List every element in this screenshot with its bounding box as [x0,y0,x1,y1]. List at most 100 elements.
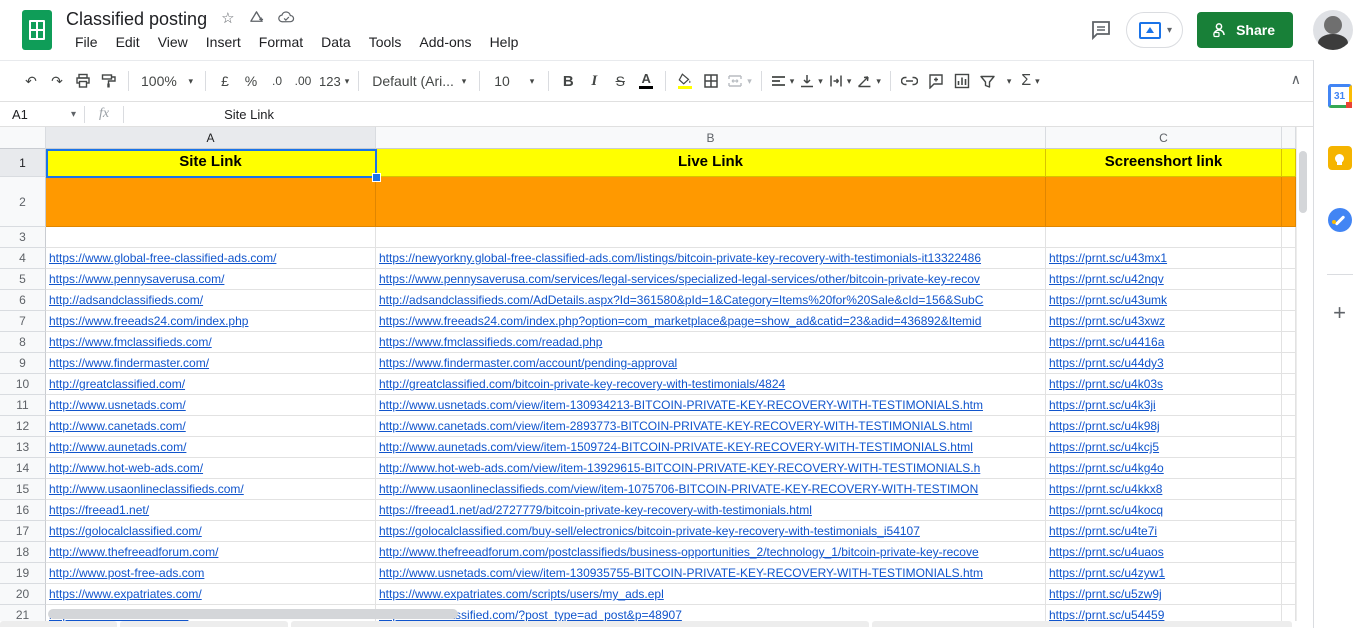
sliver-cell[interactable] [1282,353,1296,374]
live-link[interactable]: http://adsandclassifieds.com/AdDetails.a… [376,293,983,307]
screenshot-link[interactable]: https://prnt.sc/u4kg4o [1046,461,1164,475]
live-link-cell[interactable]: http://www.hot-web-ads.com/view/item-139… [376,458,1046,479]
site-link[interactable]: http://greatclassified.com/ [46,377,185,391]
sliver-cell[interactable] [1282,269,1296,290]
row-header[interactable]: 6 [0,290,46,311]
live-link[interactable]: http://www.usnetads.com/view/item-130934… [376,398,983,412]
live-link[interactable]: https://www.pennysaverusa.com/services/l… [376,272,980,286]
row-header[interactable]: 15 [0,479,46,500]
live-link-cell[interactable]: http://www.usnetads.com/view/item-130934… [376,395,1046,416]
name-box[interactable]: A1 ▾ [0,107,84,122]
sliver-cell[interactable] [1282,458,1296,479]
screenshot-link-cell[interactable]: https://prnt.sc/u4zyw1 [1046,563,1282,584]
row-header[interactable]: 10 [0,374,46,395]
row-header[interactable]: 13 [0,437,46,458]
live-link[interactable]: http://www.aunetads.com/view/item-150972… [376,440,973,454]
sliver-cell[interactable] [1282,542,1296,563]
menu-edit[interactable]: Edit [107,32,149,52]
live-link-cell[interactable]: http://adsandclassifieds.com/AdDetails.a… [376,290,1046,311]
live-link-cell[interactable]: http://www.thefreeadforum.com/postclassi… [376,542,1046,563]
live-link[interactable]: http://www.usnetads.com/view/item-130935… [376,566,983,580]
share-button[interactable]: Share [1197,12,1293,48]
site-link[interactable]: http://www.thefreeadforum.com/ [46,545,218,559]
vertical-align-button[interactable]: ▾ [797,68,826,94]
site-link-cell[interactable]: http://greatclassified.com/ [46,374,376,395]
screenshot-link-cell[interactable]: https://prnt.sc/u44dy3 [1046,353,1282,374]
site-link-cell[interactable]: https://www.freeads24.com/index.php [46,311,376,332]
screenshot-link[interactable]: https://prnt.sc/u4zyw1 [1046,566,1165,580]
live-link[interactable]: http://www.thefreeadforum.com/postclassi… [376,545,979,559]
live-link[interactable]: https://www.findermaster.com/account/pen… [376,356,677,370]
screenshot-link[interactable]: https://prnt.sc/u43mx1 [1046,251,1167,265]
site-link-cell[interactable]: http://www.aunetads.com/ [46,437,376,458]
row-header[interactable]: 7 [0,311,46,332]
bold-button[interactable]: B [555,68,581,94]
screenshot-link[interactable]: https://prnt.sc/u43umk [1046,293,1167,307]
insert-link-button[interactable] [897,68,923,94]
screenshot-link[interactable]: https://prnt.sc/u4416a [1046,335,1164,349]
menu-insert[interactable]: Insert [197,32,250,52]
menu-help[interactable]: Help [481,32,528,52]
sliver-cell[interactable] [1282,584,1296,605]
screenshot-link[interactable]: https://prnt.sc/u44dy3 [1046,356,1164,370]
hide-menus-chevron-icon[interactable]: ∧ [1291,71,1301,88]
paint-format-button[interactable] [96,68,122,94]
site-link-cell[interactable]: https://www.pennysaverusa.com/ [46,269,376,290]
document-status-cloud-icon[interactable] [278,10,295,28]
text-rotation-button[interactable]: ▾ [854,68,884,94]
google-tasks-icon[interactable] [1328,208,1352,232]
row-header[interactable]: 9 [0,353,46,374]
fill-color-button[interactable] [672,68,698,94]
site-link[interactable]: http://www.usnetads.com/ [46,398,186,412]
column-header-a[interactable]: A [46,127,376,149]
select-all-corner[interactable] [0,127,46,149]
star-icon[interactable]: ☆ [221,11,234,27]
screenshot-link-cell[interactable]: https://prnt.sc/u43umk [1046,290,1282,311]
cell-d2-sliver[interactable] [1282,177,1296,227]
site-link-cell[interactable]: http://www.post-free-ads.com [46,563,376,584]
cell-c1-screenshot-link-header[interactable]: Screenshort link [1046,149,1282,177]
screenshot-link[interactable]: https://prnt.sc/u4kocq [1046,503,1163,517]
screenshot-link-cell[interactable]: https://prnt.sc/u4uaos [1046,542,1282,563]
site-link-cell[interactable]: http://www.usaonlineclassifieds.com/ [46,479,376,500]
sliver-cell[interactable] [1282,311,1296,332]
site-link[interactable]: https://www.global-free-classified-ads.c… [46,251,276,265]
screenshot-link-cell[interactable]: https://prnt.sc/u4kkx8 [1046,479,1282,500]
screenshot-link-cell[interactable]: https://prnt.sc/u4k98j [1046,416,1282,437]
row-header[interactable]: 20 [0,584,46,605]
screenshot-link[interactable]: https://prnt.sc/u4te7i [1046,524,1157,538]
font-size-select[interactable]: 10 ▾ [486,68,542,94]
live-link-cell[interactable]: http://www.canetads.com/view/item-289377… [376,416,1046,437]
sliver-cell[interactable] [1282,374,1296,395]
site-link[interactable]: http://www.canetads.com/ [46,419,186,433]
site-link[interactable]: https://golocalclassified.com/ [46,524,202,538]
screenshot-link-cell[interactable]: https://prnt.sc/u4kg4o [1046,458,1282,479]
cell-c2[interactable] [1046,177,1282,227]
site-link[interactable]: http://www.usaonlineclassifieds.com/ [46,482,244,496]
sliver-cell[interactable] [1282,437,1296,458]
screenshot-link[interactable]: https://prnt.sc/u43xwz [1046,314,1165,328]
vertical-scrollbar-thumb[interactable] [1299,151,1307,213]
site-link[interactable]: https://www.expatriates.com/ [46,587,202,601]
screenshot-link[interactable]: https://prnt.sc/u4k98j [1046,419,1160,433]
functions-button[interactable]: Σ ▾ [1017,68,1043,94]
screenshot-link-cell[interactable]: https://prnt.sc/u4k3ji [1046,395,1282,416]
strikethrough-button[interactable]: S [607,68,633,94]
column-header-c[interactable]: C [1046,127,1282,149]
present-to-meeting-button[interactable]: ▾ [1126,12,1183,48]
live-link[interactable]: http://www.usaonlineclassifieds.com/view… [376,482,978,496]
screenshot-link-cell[interactable]: https://prnt.sc/u42nqv [1046,269,1282,290]
row-header[interactable]: 16 [0,500,46,521]
merge-cells-button[interactable]: ▾ [724,68,755,94]
screenshot-link[interactable]: https://prnt.sc/u4k03s [1046,377,1163,391]
row-header[interactable]: 11 [0,395,46,416]
live-link-cell[interactable]: https://www.freeads24.com/index.php?opti… [376,311,1046,332]
screenshot-link[interactable]: https://prnt.sc/u4kcj5 [1046,440,1159,454]
site-link[interactable]: https://www.pennysaverusa.com/ [46,272,224,286]
column-header-d-sliver[interactable] [1282,127,1296,149]
site-link-cell[interactable]: https://www.findermaster.com/ [46,353,376,374]
screenshot-link[interactable]: https://prnt.sc/u4uaos [1046,545,1164,559]
live-link-cell[interactable]: http://greatclassified.com/bitcoin-priva… [376,374,1046,395]
document-title[interactable]: Classified posting [66,8,207,30]
row-header[interactable]: 17 [0,521,46,542]
